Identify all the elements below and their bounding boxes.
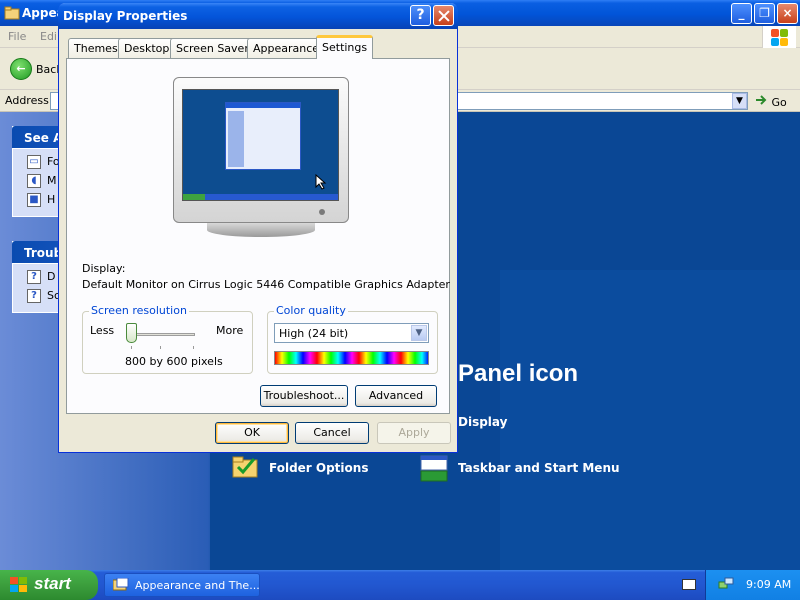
resolution-slider-thumb[interactable] [126, 323, 137, 343]
cancel-button[interactable]: Cancel [295, 422, 369, 444]
taskbar-item-label: Appearance and The... [135, 579, 260, 592]
monitor-preview [173, 77, 349, 255]
color-quality-legend: Color quality [274, 304, 348, 317]
clock[interactable]: 9:09 AM [746, 578, 791, 591]
screen-resolution-group: Screen resolution Less More 800 by 600 p… [82, 304, 253, 374]
display-adapter-text: Default Monitor on Cirrus Logic 5446 Com… [82, 278, 450, 291]
dialog-titlebar[interactable]: Display Properties ? [58, 3, 458, 29]
taskbar-start-menu-link[interactable]: Taskbar and Start Menu [458, 461, 620, 475]
help-book-icon: ■ [27, 193, 41, 207]
mouse-icon: ◖ [27, 174, 41, 188]
tab-appearance[interactable]: Appearance [247, 38, 326, 58]
apply-button[interactable]: Apply [377, 422, 451, 444]
close-icon [438, 10, 450, 22]
display-properties-dialog: Display Properties ? Themes Desktop Scre… [58, 3, 458, 453]
color-quality-select[interactable]: High (24 bit) ▼ [274, 323, 429, 343]
folder-options-icon [232, 456, 258, 478]
dialog-title: Display Properties [63, 9, 188, 23]
address-dropdown-icon[interactable]: ▼ [732, 93, 747, 109]
back-arrow-icon[interactable]: ← [10, 58, 32, 80]
monitor-screen [182, 89, 339, 201]
go-button[interactable]: Go [754, 94, 787, 109]
taskbar-item-appearance[interactable]: Appearance and The... [104, 573, 260, 597]
menu-file[interactable]: File [8, 30, 26, 43]
help-button[interactable]: ? [410, 5, 431, 26]
folder-options-link[interactable]: Folder Options [269, 461, 368, 475]
windows-flag-icon [10, 577, 27, 592]
resolution-value: 800 by 600 pixels [125, 355, 223, 368]
more-label: More [216, 324, 244, 337]
keyboard-icon[interactable] [682, 579, 696, 590]
network-icon[interactable] [718, 577, 734, 591]
screen-resolution-legend: Screen resolution [89, 304, 189, 317]
tab-screen-saver[interactable]: Screen Saver [170, 38, 255, 58]
folder-icon [4, 6, 20, 20]
restore-button[interactable]: ❐ [754, 3, 775, 24]
settings-tab-panel: Display: Default Monitor on Cirrus Logic… [66, 58, 450, 414]
help-icon: ? [27, 270, 41, 284]
chevron-down-icon[interactable]: ▼ [411, 325, 427, 341]
system-tray: 9:09 AM [705, 570, 800, 600]
dialog-close-button[interactable] [433, 5, 454, 26]
advanced-button[interactable]: Advanced [355, 385, 437, 407]
cursor-icon [315, 174, 327, 190]
minimize-button[interactable]: _ [731, 3, 752, 24]
taskbar-start-menu-icon [420, 455, 448, 482]
help-icon: ? [27, 289, 41, 303]
taskbar: start Appearance and The... 9:09 AM [0, 570, 800, 600]
ok-button[interactable]: OK [215, 422, 289, 444]
resolution-slider-track[interactable] [129, 333, 195, 336]
color-spectrum-bar [274, 351, 429, 365]
address-label: Address [5, 94, 49, 107]
go-label: Go [771, 96, 787, 109]
folder-icon: ▭ [27, 155, 41, 169]
troubleshoot-button[interactable]: Troubleshoot... [260, 385, 348, 407]
color-quality-group: Color quality High (24 bit) ▼ [267, 304, 438, 374]
display-label: Display: [82, 262, 126, 275]
windows-logo-icon [762, 26, 796, 48]
start-label: start [34, 574, 71, 593]
tab-themes[interactable]: Themes [68, 38, 124, 58]
menu-edit[interactable]: Edi [40, 30, 57, 43]
less-label: Less [90, 324, 115, 337]
pick-control-panel-heading: Panel icon [458, 360, 579, 387]
control-panel-icon [113, 578, 129, 591]
tab-settings[interactable]: Settings [316, 35, 374, 59]
display-link[interactable]: Display [458, 415, 507, 429]
start-button[interactable]: start [0, 570, 98, 600]
color-quality-value: High (24 bit) [279, 327, 349, 340]
go-arrow-icon [756, 95, 767, 105]
tab-desktop[interactable]: Desktop [118, 38, 176, 58]
close-button[interactable]: × [777, 3, 798, 24]
